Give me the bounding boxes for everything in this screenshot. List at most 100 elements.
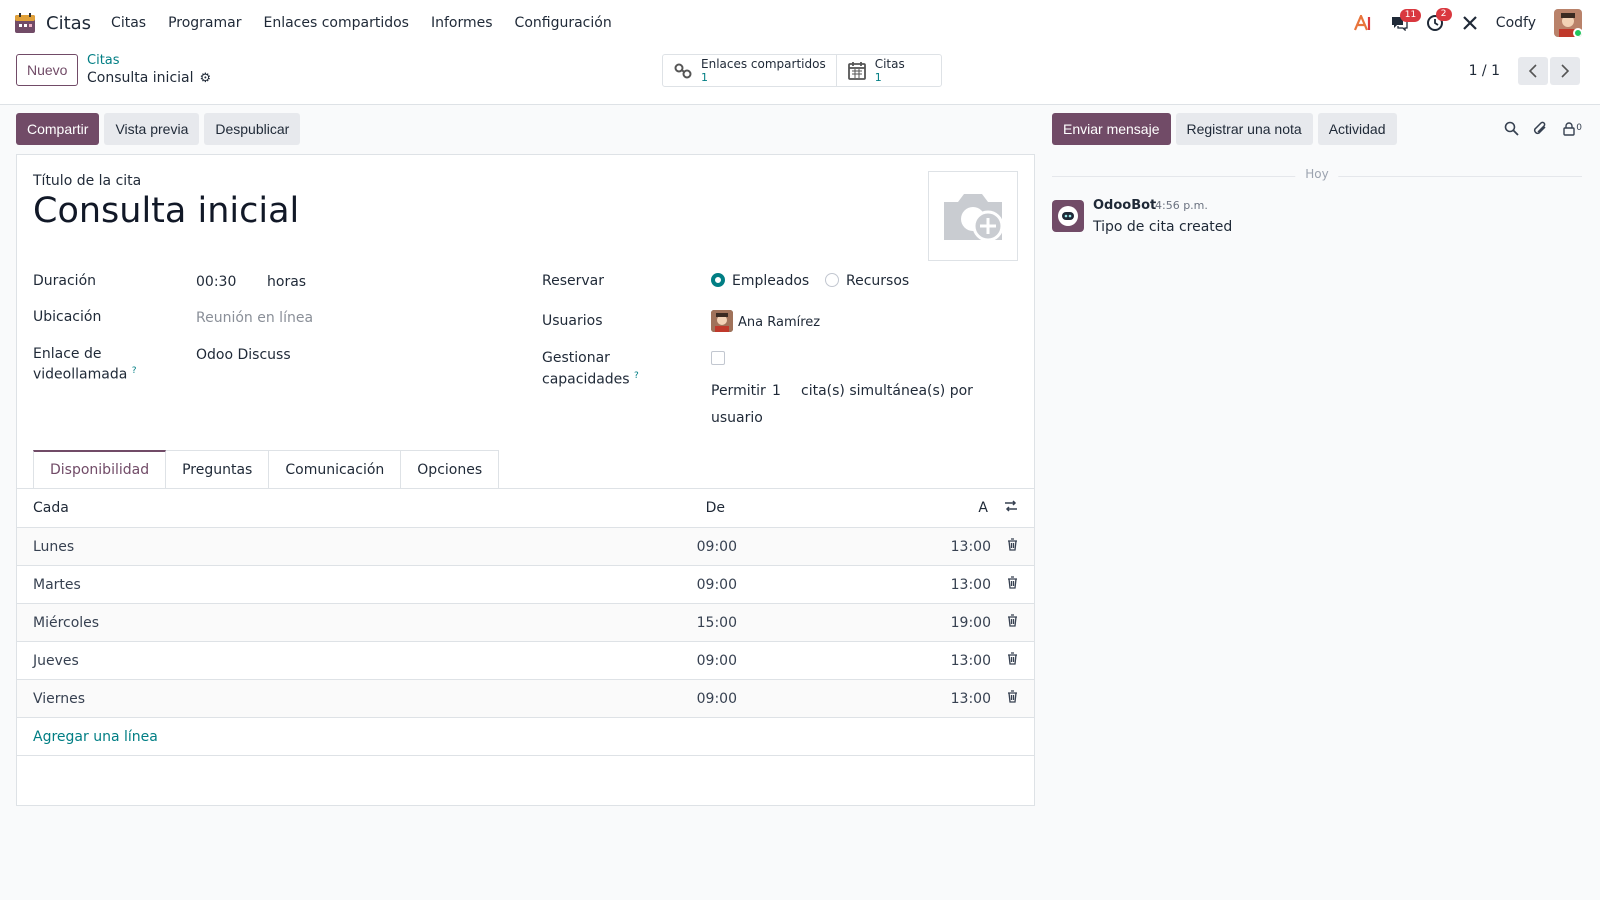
- appointment-title-input[interactable]: Consulta inicial: [33, 191, 299, 231]
- allow-prefix: Permitir: [711, 383, 766, 399]
- app-name[interactable]: Citas: [46, 13, 91, 34]
- unpublish-button[interactable]: Despublicar: [204, 113, 301, 145]
- trash-icon[interactable]: [1007, 538, 1018, 555]
- breadcrumb-current-label: Consulta inicial: [87, 70, 194, 86]
- tab-availability[interactable]: Disponibilidad: [33, 450, 167, 489]
- messages-icon[interactable]: 11: [1390, 9, 1422, 31]
- table-row[interactable]: Jueves 09:00 13:00: [17, 642, 1034, 680]
- preview-button[interactable]: Vista previa: [104, 113, 200, 145]
- menu-configuracion[interactable]: Configuración: [515, 15, 612, 31]
- row-day[interactable]: Jueves: [33, 653, 79, 669]
- company-switcher[interactable]: Codfy: [1496, 15, 1536, 31]
- smart-button-appointments[interactable]: Citas 1: [837, 55, 941, 86]
- row-day[interactable]: Viernes: [33, 691, 85, 707]
- row-from[interactable]: 15:00: [697, 615, 737, 631]
- chatter-tools: 0: [1490, 120, 1582, 140]
- reserve-option-employees[interactable]: Empleados: [711, 273, 809, 289]
- videocall-label-line2: videollamada ?: [33, 366, 137, 383]
- tab-questions[interactable]: Preguntas: [165, 450, 270, 488]
- row-day[interactable]: Lunes: [33, 539, 74, 555]
- new-button[interactable]: Nuevo: [16, 54, 79, 86]
- paperclip-icon[interactable]: [1533, 120, 1548, 140]
- systray: 11 2 Codfy: [1336, 8, 1582, 38]
- column-header-from[interactable]: De: [706, 500, 725, 516]
- previous-record-button[interactable]: [1518, 57, 1548, 85]
- row-to[interactable]: 13:00: [951, 539, 991, 555]
- gear-icon[interactable]: ⚙: [200, 71, 212, 86]
- search-icon[interactable]: [1504, 121, 1519, 140]
- tools-icon[interactable]: [1462, 15, 1478, 31]
- followers-button[interactable]: 0: [1562, 121, 1582, 140]
- odoobot-avatar[interactable]: [1052, 200, 1084, 232]
- add-line-row: Agregar una línea: [17, 718, 1034, 756]
- trash-icon[interactable]: [1007, 614, 1018, 631]
- optional-columns-icon[interactable]: [1004, 500, 1018, 516]
- reserve-option-resources[interactable]: Recursos: [825, 273, 909, 289]
- trash-icon[interactable]: [1007, 652, 1018, 669]
- table-row[interactable]: Martes 09:00 13:00: [17, 566, 1034, 604]
- row-to[interactable]: 19:00: [951, 615, 991, 631]
- tab-options[interactable]: Opciones: [400, 450, 500, 488]
- row-to[interactable]: 13:00: [951, 653, 991, 669]
- capacity-label-line2: capacidades ?: [542, 371, 639, 388]
- user-avatar[interactable]: [1554, 9, 1582, 37]
- menu-enlaces-compartidos[interactable]: Enlaces compartidos: [263, 15, 409, 31]
- smart-button-shared-links[interactable]: Enlaces compartidos 1: [663, 55, 837, 86]
- trash-icon[interactable]: [1007, 576, 1018, 593]
- row-day[interactable]: Miércoles: [33, 615, 99, 631]
- user-name: Ana Ramírez: [738, 315, 821, 330]
- row-from[interactable]: 09:00: [697, 577, 737, 593]
- menu-citas[interactable]: Citas: [111, 15, 146, 31]
- calendar-app-icon: [15, 13, 35, 33]
- reserve-option-employees-label: Empleados: [732, 273, 810, 289]
- row-to[interactable]: 13:00: [951, 691, 991, 707]
- location-input[interactable]: Reunión en línea: [196, 310, 313, 326]
- add-line-link[interactable]: Agregar una línea: [33, 729, 158, 745]
- help-tooltip-icon[interactable]: ?: [634, 371, 639, 381]
- ai-icon[interactable]: [1353, 15, 1372, 31]
- title-label: Título de la cita: [33, 173, 142, 189]
- message-time: 4:56 p.m.: [1155, 199, 1208, 212]
- duration-unit: horas: [267, 274, 307, 290]
- radio-empty-icon[interactable]: [825, 273, 839, 287]
- pager-value[interactable]: 1 / 1: [1469, 63, 1500, 79]
- breadcrumb-parent-link[interactable]: Citas: [87, 53, 120, 68]
- row-day[interactable]: Martes: [33, 577, 81, 593]
- smart-button-count: 1: [701, 70, 708, 84]
- menu-programar[interactable]: Programar: [168, 15, 241, 31]
- manage-capacity-checkbox[interactable]: [711, 351, 725, 365]
- camera-plus-icon: [944, 194, 1004, 242]
- log-note-button[interactable]: Registrar una nota: [1175, 113, 1313, 145]
- app-brand[interactable]: Citas: [14, 12, 111, 34]
- send-message-button[interactable]: Enviar mensaje: [1052, 113, 1171, 145]
- row-from[interactable]: 09:00: [697, 539, 737, 555]
- row-from[interactable]: 09:00: [697, 653, 737, 669]
- activity-button[interactable]: Actividad: [1317, 113, 1397, 145]
- trash-icon[interactable]: [1007, 690, 1018, 707]
- help-tooltip-icon[interactable]: ?: [132, 366, 137, 376]
- row-from[interactable]: 09:00: [697, 691, 737, 707]
- column-header-to[interactable]: A: [978, 500, 988, 516]
- activity-clock-icon[interactable]: 2: [1426, 8, 1452, 32]
- table-row[interactable]: Viernes 09:00 13:00: [17, 680, 1034, 718]
- videocall-select[interactable]: Odoo Discuss: [196, 347, 291, 363]
- tab-communication[interactable]: Comunicación: [268, 450, 402, 488]
- users-label: Usuarios: [542, 313, 603, 329]
- row-to[interactable]: 13:00: [951, 577, 991, 593]
- menu-informes[interactable]: Informes: [431, 15, 493, 31]
- table-row[interactable]: Lunes 09:00 13:00: [17, 528, 1034, 566]
- chevron-left-icon: [1528, 64, 1537, 78]
- image-upload[interactable]: [928, 171, 1018, 261]
- message-author[interactable]: OdooBot: [1093, 198, 1156, 213]
- next-record-button[interactable]: [1550, 57, 1580, 85]
- radio-selected-icon[interactable]: [711, 273, 725, 287]
- duration-input[interactable]: 00:30: [196, 274, 236, 290]
- location-label: Ubicación: [33, 309, 102, 325]
- user-tag[interactable]: Ana Ramírez: [711, 310, 820, 332]
- column-header-day[interactable]: Cada: [33, 500, 69, 516]
- simultaneous-appointments-input[interactable]: 1: [772, 383, 781, 399]
- share-button[interactable]: Compartir: [16, 113, 100, 145]
- activities-badge: 2: [1435, 8, 1452, 21]
- table-row[interactable]: Miércoles 15:00 19:00: [17, 604, 1034, 642]
- chatter-message: OdooBot 4:56 p.m. Tipo de cita created: [1052, 198, 1582, 238]
